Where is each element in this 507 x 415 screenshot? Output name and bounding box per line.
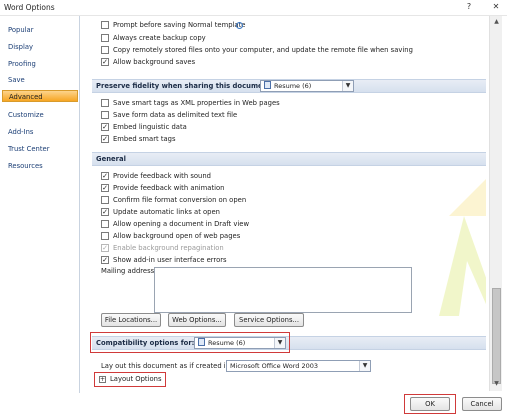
checkbox[interactable]	[101, 232, 109, 240]
option-prompt-normal-template[interactable]: Prompt before saving Normal template	[101, 20, 461, 31]
option-save-smart-tags-xml[interactable]: Save smart tags as XML properties in Web…	[101, 98, 461, 109]
layout-as-if-created-label: Lay out this document as if created in:	[101, 362, 233, 370]
option-feedback-animation[interactable]: ✓ Provide feedback with animation	[101, 183, 401, 194]
sidebar-item-save[interactable]: Save	[2, 74, 78, 86]
checkbox-checked[interactable]: ✓	[101, 123, 109, 131]
chevron-down-icon[interactable]: ▼	[359, 361, 370, 371]
mailing-address-label: Mailing address:	[101, 267, 157, 275]
option-always-backup[interactable]: Always create backup copy	[101, 33, 461, 44]
scrollbar-thumb[interactable]	[492, 288, 501, 384]
option-feedback-sound[interactable]: ✓ Provide feedback with sound	[101, 171, 401, 182]
highlight-compatibility-options	[90, 332, 290, 353]
word-document-icon	[264, 81, 271, 89]
scroll-up-icon[interactable]: ▲	[491, 17, 502, 27]
checkbox-checked[interactable]: ✓	[101, 184, 109, 192]
advanced-options-panel: Prompt before saving Normal template i A…	[84, 16, 486, 393]
sidebar-item-advanced[interactable]: Advanced	[2, 90, 78, 102]
highlight-layout-options	[94, 372, 166, 387]
section-general: General	[92, 152, 486, 166]
mailing-address-field[interactable]	[154, 267, 412, 313]
fidelity-document-select[interactable]: Resume (6) ▼	[260, 80, 354, 92]
checkbox-checked-disabled: ✓	[101, 244, 109, 252]
option-update-links[interactable]: ✓ Update automatic links at open	[101, 207, 401, 218]
cancel-button[interactable]: Cancel	[462, 397, 502, 411]
file-locations-button[interactable]: File Locations...	[101, 313, 161, 327]
option-save-form-data[interactable]: Save form data as delimited text file	[101, 110, 461, 121]
checkbox[interactable]	[101, 21, 109, 29]
option-copy-remote-files[interactable]: Copy remotely stored files onto your com…	[101, 45, 481, 56]
checkbox[interactable]	[101, 220, 109, 228]
option-background-repagination: ✓ Enable background repagination	[101, 244, 224, 252]
title-bar: Word Options ? ✕	[0, 0, 507, 16]
option-embed-linguistic-data[interactable]: ✓ Embed linguistic data	[101, 122, 461, 133]
checkbox-checked[interactable]: ✓	[101, 172, 109, 180]
checkbox[interactable]	[101, 34, 109, 42]
option-draft-view[interactable]: Allow opening a document in Draft view	[101, 219, 401, 230]
help-button[interactable]: ?	[462, 2, 476, 11]
scroll-down-icon[interactable]: ▼	[491, 379, 502, 389]
checkbox-checked[interactable]: ✓	[101, 256, 109, 264]
window-title: Word Options	[4, 3, 55, 12]
checkbox-checked[interactable]: ✓	[101, 135, 109, 143]
chevron-down-icon[interactable]: ▼	[342, 81, 353, 91]
layout-version-select[interactable]: Microsoft Office Word 2003 ▼	[226, 360, 371, 372]
sidebar-item-resources[interactable]: Resources	[2, 160, 78, 172]
option-confirm-conversion[interactable]: Confirm file format conversion on open	[101, 195, 401, 206]
sidebar-item-proofing[interactable]: Proofing	[2, 58, 78, 70]
checkbox[interactable]	[101, 196, 109, 204]
sidebar-item-popular[interactable]: Popular	[2, 24, 78, 36]
sidebar: Popular Display Proofing Save Advanced C…	[0, 16, 80, 393]
checkbox[interactable]	[101, 46, 109, 54]
service-options-button[interactable]: Service Options...	[234, 313, 304, 327]
checkbox[interactable]	[101, 111, 109, 119]
checkbox-checked[interactable]: ✓	[101, 208, 109, 216]
info-icon: i	[236, 22, 243, 29]
vertical-scrollbar[interactable]: ▲ ▼	[489, 16, 502, 391]
sidebar-item-customize[interactable]: Customize	[2, 109, 78, 121]
section-title: General	[96, 155, 126, 163]
dialog-footer: OK Cancel	[0, 393, 507, 415]
option-background-web-pages[interactable]: Allow background open of web pages	[101, 231, 401, 242]
sidebar-item-add-ins[interactable]: Add-Ins	[2, 126, 78, 138]
option-embed-smart-tags[interactable]: ✓ Embed smart tags	[101, 134, 461, 145]
option-background-saves[interactable]: ✓ Allow background saves	[101, 57, 461, 68]
sidebar-item-trust-center[interactable]: Trust Center	[2, 143, 78, 155]
option-addin-ui-errors[interactable]: ✓ Show add-in user interface errors	[101, 255, 401, 266]
watermark-logo	[439, 179, 486, 316]
section-title: Preserve fidelity when sharing this docu…	[96, 82, 274, 90]
web-options-button[interactable]: Web Options...	[168, 313, 226, 327]
highlight-ok-button	[404, 394, 456, 414]
checkbox-checked[interactable]: ✓	[101, 58, 109, 66]
checkbox[interactable]	[101, 99, 109, 107]
close-button[interactable]: ✕	[489, 2, 503, 11]
sidebar-item-display[interactable]: Display	[2, 41, 78, 53]
